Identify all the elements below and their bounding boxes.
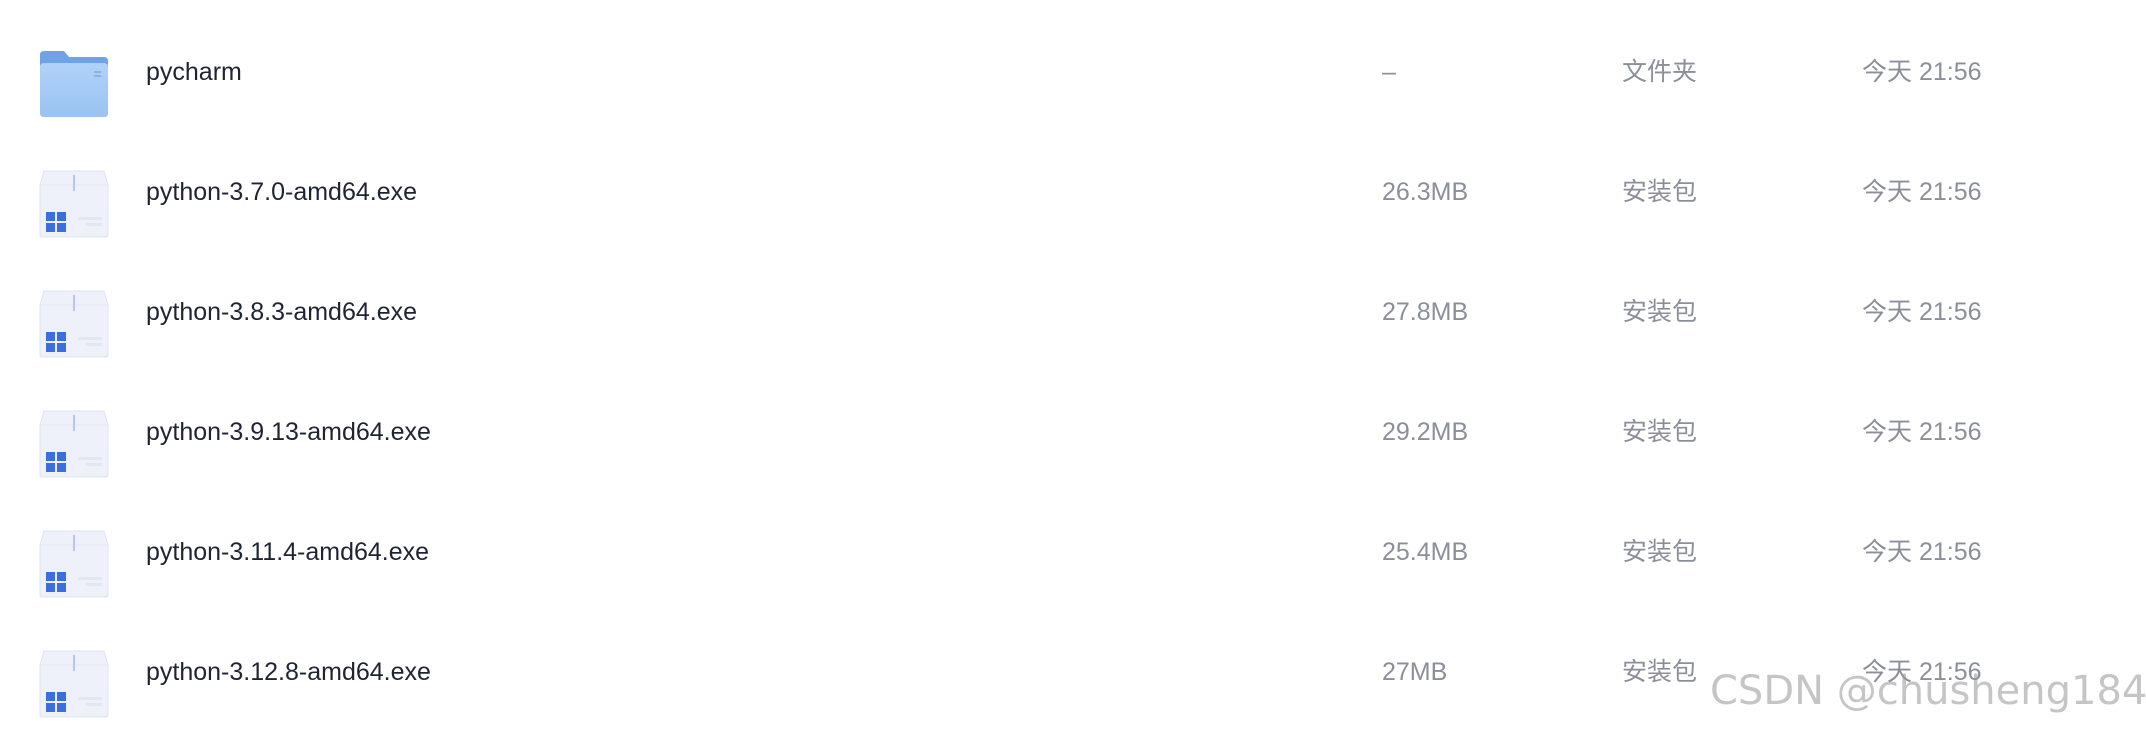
folder-icon [38, 49, 110, 119]
file-name: python-3.7.0-amd64.exe [146, 178, 418, 206]
file-size: 25.4MB [1382, 538, 1469, 566]
file-name: python-3.8.3-amd64.exe [146, 298, 418, 326]
file-size: 26.3MB [1382, 178, 1469, 206]
file-type: 安装包 [1622, 418, 1698, 446]
file-size: 27.8MB [1382, 298, 1469, 326]
file-size: – [1382, 58, 1396, 86]
file-date: 今天 21:56 [1862, 178, 1982, 206]
file-date: 今天 21:56 [1862, 58, 1982, 86]
file-type: 安装包 [1622, 658, 1698, 686]
file-size: 27MB [1382, 658, 1448, 686]
file-date: 今天 21:56 [1862, 298, 1982, 326]
installer-icon [38, 649, 110, 719]
file-name: python-3.11.4-amd64.exe [146, 538, 430, 566]
file-row[interactable]: python-3.9.13-amd64.exe 29.2MB 安装包 今天 21… [0, 372, 2146, 492]
file-type: 安装包 [1622, 178, 1698, 206]
file-type: 安装包 [1622, 298, 1698, 326]
installer-icon [38, 289, 110, 359]
file-row[interactable]: python-3.7.0-amd64.exe 26.3MB 安装包 今天 21:… [0, 132, 2146, 252]
file-row[interactable]: python-3.8.3-amd64.exe 27.8MB 安装包 今天 21:… [0, 252, 2146, 372]
installer-icon [38, 409, 110, 479]
file-date: 今天 21:56 [1862, 538, 1982, 566]
installer-icon [38, 529, 110, 599]
file-row[interactable]: pycharm – 文件夹 今天 21:56 [0, 12, 2146, 132]
file-size: 29.2MB [1382, 418, 1469, 446]
watermark: CSDN @chusheng1840 [1710, 668, 2146, 714]
file-row[interactable]: python-3.11.4-amd64.exe 25.4MB 安装包 今天 21… [0, 492, 2146, 612]
file-name: python-3.12.8-amd64.exe [146, 658, 431, 686]
file-type: 文件夹 [1622, 58, 1698, 86]
file-type: 安装包 [1622, 538, 1698, 566]
installer-icon [38, 169, 110, 239]
file-name: pycharm [146, 58, 242, 86]
file-name: python-3.9.13-amd64.exe [146, 418, 431, 446]
file-date: 今天 21:56 [1862, 418, 1982, 446]
